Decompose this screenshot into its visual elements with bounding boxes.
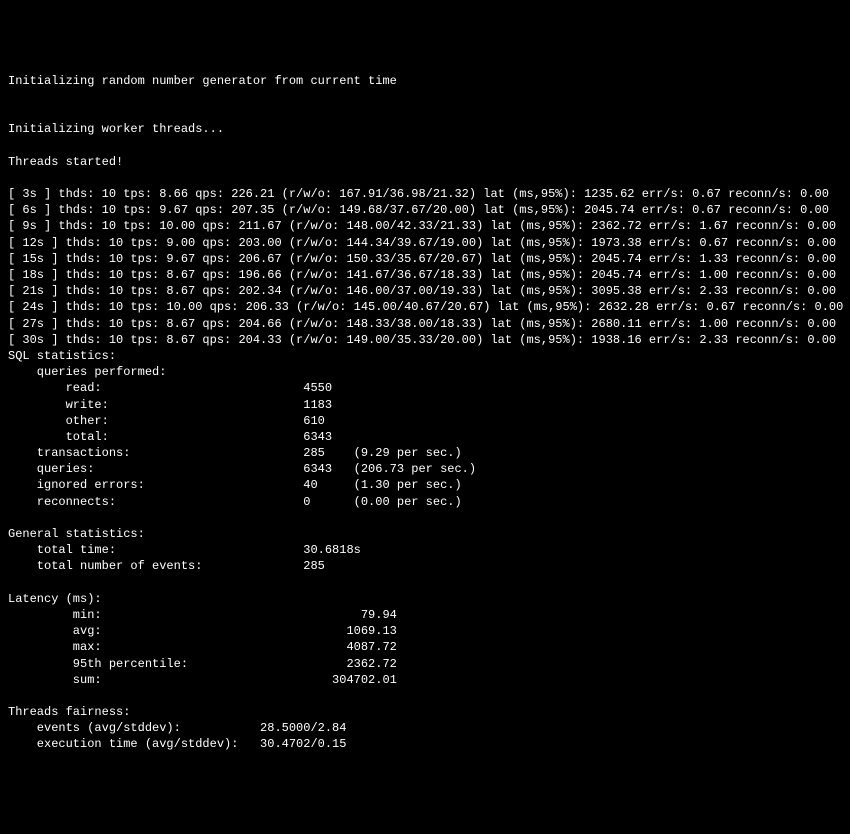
output-line: [ 3s ] thds: 10 tps: 8.66 qps: 226.21 (r… — [8, 186, 842, 202]
output-line: [ 18s ] thds: 10 tps: 8.67 qps: 196.66 (… — [8, 267, 842, 283]
output-line: reconnects: 0 (0.00 per sec.) — [8, 494, 842, 510]
terminal-output: Initializing random number generator fro… — [8, 73, 842, 753]
output-line: total number of events: 285 — [8, 558, 842, 574]
output-line: execution time (avg/stddev): 30.4702/0.1… — [8, 736, 842, 752]
output-line: ignored errors: 40 (1.30 per sec.) — [8, 477, 842, 493]
output-line: avg: 1069.13 — [8, 623, 842, 639]
output-line — [8, 105, 842, 121]
output-line: events (avg/stddev): 28.5000/2.84 — [8, 720, 842, 736]
output-line: [ 12s ] thds: 10 tps: 9.00 qps: 203.00 (… — [8, 235, 842, 251]
output-line: total time: 30.6818s — [8, 542, 842, 558]
output-line: General statistics: — [8, 526, 842, 542]
output-line: queries performed: — [8, 364, 842, 380]
output-line: max: 4087.72 — [8, 639, 842, 655]
output-line: sum: 304702.01 — [8, 672, 842, 688]
output-line: SQL statistics: — [8, 348, 842, 364]
output-line — [8, 89, 842, 105]
output-line: queries: 6343 (206.73 per sec.) — [8, 461, 842, 477]
output-line: Initializing random number generator fro… — [8, 73, 842, 89]
output-line: transactions: 285 (9.29 per sec.) — [8, 445, 842, 461]
output-line: total: 6343 — [8, 429, 842, 445]
output-line: [ 27s ] thds: 10 tps: 8.67 qps: 204.66 (… — [8, 316, 842, 332]
output-line — [8, 138, 842, 154]
output-line — [8, 170, 842, 186]
output-line: [ 6s ] thds: 10 tps: 9.67 qps: 207.35 (r… — [8, 202, 842, 218]
output-line: [ 24s ] thds: 10 tps: 10.00 qps: 206.33 … — [8, 299, 842, 315]
output-line — [8, 688, 842, 704]
output-line: [ 21s ] thds: 10 tps: 8.67 qps: 202.34 (… — [8, 283, 842, 299]
output-line: Threads started! — [8, 154, 842, 170]
output-line — [8, 575, 842, 591]
output-line: [ 9s ] thds: 10 tps: 10.00 qps: 211.67 (… — [8, 218, 842, 234]
output-line: min: 79.94 — [8, 607, 842, 623]
output-line: Initializing worker threads... — [8, 121, 842, 137]
output-line: [ 30s ] thds: 10 tps: 8.67 qps: 204.33 (… — [8, 332, 842, 348]
output-line: read: 4550 — [8, 380, 842, 396]
output-line: Latency (ms): — [8, 591, 842, 607]
output-line: write: 1183 — [8, 397, 842, 413]
output-line: [ 15s ] thds: 10 tps: 9.67 qps: 206.67 (… — [8, 251, 842, 267]
output-line — [8, 510, 842, 526]
output-line: Threads fairness: — [8, 704, 842, 720]
output-line: 95th percentile: 2362.72 — [8, 656, 842, 672]
output-line: other: 610 — [8, 413, 842, 429]
